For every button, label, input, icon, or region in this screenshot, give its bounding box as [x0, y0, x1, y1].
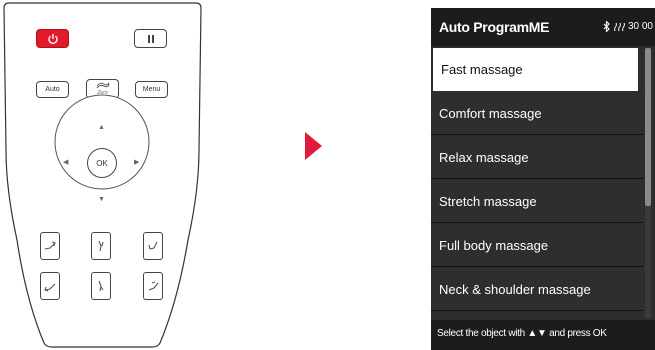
chair-upright-icon — [148, 241, 158, 250]
footer-prefix: Select the object with — [437, 328, 525, 339]
heat-icon — [614, 22, 625, 31]
bluetooth-icon — [603, 21, 610, 32]
leg-rest-icon — [98, 240, 104, 252]
list-item[interactable]: Fast massage — [433, 48, 638, 91]
list-item[interactable]: Neck & shoulder massage — [431, 268, 643, 311]
up-arrow-icon: ▲ — [527, 328, 537, 339]
power-icon — [47, 33, 58, 44]
menu-button-label: Menu — [142, 86, 161, 93]
screen-title: Auto ProgramME — [439, 19, 550, 35]
list-item[interactable]: Relax massage — [431, 136, 643, 179]
remote-control: Auto Zero Menu ▲ ▼ ◀ ▶ OK — [0, 0, 210, 350]
program-list: Fast massage Comfort massage Relax massa… — [431, 48, 643, 312]
down-arrow-icon: ▼ — [537, 328, 547, 339]
leg-rest-icon — [98, 280, 104, 292]
ok-button-label: OK — [96, 158, 108, 168]
pointer-arrow-icon — [305, 132, 322, 160]
up-arrow-icon[interactable]: ▲ — [98, 124, 105, 131]
scrollbar[interactable] — [645, 48, 651, 318]
chair-recline-icon — [44, 241, 56, 250]
timer-value: 30 00 — [627, 21, 653, 32]
chair-recline-icon — [44, 283, 56, 292]
scroll-thumb[interactable] — [645, 48, 651, 206]
pause-button[interactable] — [134, 29, 167, 48]
backrest-up-button[interactable] — [40, 272, 60, 300]
chair-upright-button[interactable] — [143, 232, 163, 260]
left-arrow-icon[interactable]: ◀ — [63, 159, 68, 166]
chair-recline-icon — [148, 281, 159, 291]
auto-button-label: Auto — [45, 86, 60, 93]
down-arrow-icon[interactable]: ▼ — [98, 196, 105, 203]
zero-gravity-icon — [96, 82, 109, 89]
right-arrow-icon[interactable]: ▶ — [134, 159, 139, 166]
ok-button[interactable]: OK — [87, 148, 117, 178]
control-screen: Auto ProgramME 30 00 Fast massage Comfor… — [431, 8, 655, 350]
status-bar: 30 00 — [603, 21, 653, 32]
screen-footer: Select the object with ▲▼ and press OK — [431, 320, 655, 350]
list-item[interactable]: Comfort massage — [431, 92, 643, 135]
chair-recline-full-button[interactable] — [143, 272, 163, 300]
footer-suffix: and press OK — [549, 328, 607, 339]
pause-icon — [147, 34, 154, 43]
leg-rest-up-button[interactable] — [91, 232, 111, 260]
list-item[interactable]: Stretch massage — [431, 180, 643, 223]
leg-rest-down-button[interactable] — [91, 272, 111, 300]
screen-header: Auto ProgramME 30 00 — [431, 8, 655, 46]
list-item[interactable]: Full body massage — [431, 224, 643, 267]
power-button[interactable] — [36, 29, 69, 48]
backrest-down-button[interactable] — [40, 232, 60, 260]
